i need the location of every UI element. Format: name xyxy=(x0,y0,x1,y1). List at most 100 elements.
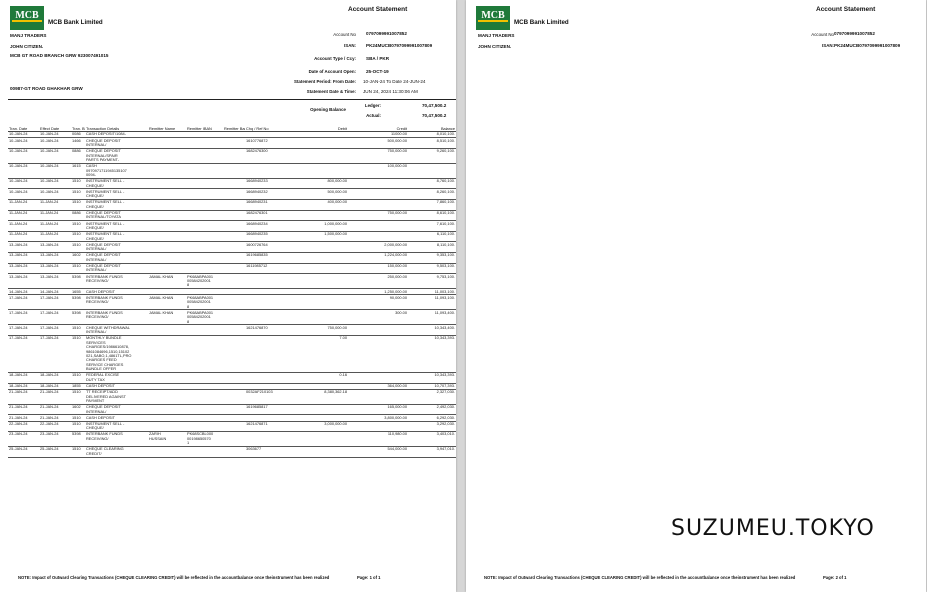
table-cell: 13-JAN-24 xyxy=(8,241,39,253)
table-cell: 10-JAN-24 xyxy=(8,148,39,164)
table-cell xyxy=(223,263,245,275)
table-cell xyxy=(223,178,245,190)
table-cell: 8,380,362.18 xyxy=(294,389,348,405)
table-cell: 10-JAN-24 xyxy=(39,148,71,164)
table-cell: INSTRUMENT SELL - CHEQUE/ xyxy=(85,421,148,433)
table-cell xyxy=(186,188,223,200)
statement-title: Account Statement xyxy=(816,6,876,13)
table-cell xyxy=(223,335,245,373)
table-cell xyxy=(148,263,186,275)
table-cell: JAMAL KHAN xyxy=(148,309,186,326)
table-cell: 1510 xyxy=(71,241,85,253)
table-cell: INSTRUMENT SELL - CHEQUE/ xyxy=(85,231,148,243)
table-cell: 0032AF210103 xyxy=(245,389,294,405)
table-cell: 25-JAN-24 xyxy=(8,446,39,458)
table-row: 22-JAN-24 22-JAN-24 1510 INSTRUMENT SELL - … xyxy=(8,421,456,433)
table-cell xyxy=(294,210,348,222)
table-cell: 0886 xyxy=(71,210,85,222)
table-cell: CHEQUE DEPOSIT INTERNAL/SPAIR PARTS PAYM… xyxy=(85,148,148,164)
table-cell xyxy=(186,148,223,164)
table-cell: JAMAL KHAN xyxy=(148,294,186,311)
table-cell: INTERBANK FUNDS RECEIVING/ xyxy=(85,431,148,448)
footer-note: NOTE: Impact of Outward Clearing Transac… xyxy=(18,575,330,580)
table-cell xyxy=(245,372,294,384)
table-cell: TT RECEIPT/ADD DELIVERED AGAINST PAYMENT xyxy=(85,389,148,405)
table-cell: 1668940235 xyxy=(245,231,294,243)
table-cell: 3,000,000.00 xyxy=(294,421,348,433)
period-label: Statement Period: From Date: xyxy=(294,79,356,84)
column-header: Tran. Bk xyxy=(71,123,85,132)
table-cell xyxy=(294,294,348,311)
statement-page-1: MCB MCB Bank Limited Account Statement M… xyxy=(0,0,456,592)
table-cell: 1619685835 xyxy=(245,252,294,264)
table-cell: 1510 xyxy=(71,324,85,336)
table-cell: 544,000.00 xyxy=(348,446,408,458)
table-row: 13-JAN-24 13-JAN-24 1602 CHEQUE DEPOSIT INT… xyxy=(8,252,456,264)
column-header: Effect Date xyxy=(39,123,71,132)
table-cell: 1668940234 xyxy=(245,220,294,232)
table-cell: 8,760,100. xyxy=(408,178,456,190)
mcb-logo: MCB xyxy=(10,6,44,30)
table-cell: 11-JAN-24 xyxy=(39,231,71,243)
bank-name: MCB Bank Limited xyxy=(514,19,569,26)
table-row: 10-JAN-24 10-JAN-24 1510 INSTRUMENT SELL - … xyxy=(8,188,456,200)
table-cell: 500,000.00 xyxy=(348,137,408,149)
table-cell xyxy=(186,220,223,232)
table-cell: 8,510,100. xyxy=(408,137,456,149)
table-cell: 10-JAN-24 xyxy=(39,163,71,179)
table-cell: 7,860,100. xyxy=(408,199,456,211)
table-cell xyxy=(223,389,245,405)
table-cell: 1668940233 xyxy=(245,178,294,190)
table-cell: 13-JAN-24 xyxy=(8,263,39,275)
table-cell: 1682476300 xyxy=(245,148,294,164)
table-cell: 150,000.00 xyxy=(348,263,408,275)
table-cell xyxy=(148,199,186,211)
table-row: 13-JAN-24 13-JAN-24 1510 CHEQUE DEPOSIT INT… xyxy=(8,241,456,253)
table-cell: 1668940231 xyxy=(245,199,294,211)
table-cell: 13-JAN-24 xyxy=(39,273,71,290)
table-cell xyxy=(223,324,245,336)
table-cell: 25-JAN-24 xyxy=(39,446,71,458)
account-no-value: 0797099991007852 xyxy=(834,31,875,36)
table-cell xyxy=(294,404,348,416)
table-cell xyxy=(348,231,408,243)
table-cell xyxy=(148,220,186,232)
table-cell: 2,000,000.00 xyxy=(348,241,408,253)
table-cell xyxy=(223,309,245,326)
table-cell: CHEQUE DEPOSIT INTERNAL/ xyxy=(85,241,148,253)
table-cell xyxy=(294,163,348,179)
statement-title: Account Statement xyxy=(348,6,408,13)
table-cell: 1668940232 xyxy=(245,188,294,200)
table-cell: 13-JAN-24 xyxy=(39,252,71,264)
table-cell: 1510 xyxy=(71,446,85,458)
table-cell: 18-JAN-24 xyxy=(8,372,39,384)
table-cell: CHEQUE DEPOSIT INTERNAL/ xyxy=(85,404,148,416)
statement-page-2: MCB MCB Bank Limited Account Statement M… xyxy=(466,0,926,592)
table-cell: 1510 xyxy=(71,188,85,200)
table-cell: 17-JAN-24 xyxy=(39,335,71,373)
table-cell: 1510 xyxy=(71,178,85,190)
table-cell xyxy=(223,231,245,243)
table-cell xyxy=(245,431,294,448)
table-cell: 9,503,100. xyxy=(408,263,456,275)
table-cell xyxy=(223,210,245,222)
table-row: 13-JAN-24 13-JAN-24 5398 INTERBANK FUNDS RE… xyxy=(8,273,456,290)
table-cell xyxy=(148,389,186,405)
table-cell: JAMAL KHAN xyxy=(148,273,186,290)
table-cell: 10-JAN-24 xyxy=(39,137,71,149)
table-cell xyxy=(148,163,186,179)
table-cell: 9,353,100. xyxy=(408,252,456,264)
table-cell: 23-JAN-24 xyxy=(39,431,71,448)
table-cell: 11-JAN-24 xyxy=(8,210,39,222)
table-cell: PK68ABPA001 00584202001 8 xyxy=(186,273,223,290)
table-cell xyxy=(186,231,223,243)
iban-value: PK24MUCB0797099991007809 xyxy=(834,43,901,48)
table-row: 23-JAN-24 23-JAN-24 5398 INTERBANK FUNDS RE… xyxy=(8,431,456,448)
table-cell: 1510 xyxy=(71,421,85,433)
table-cell: 1619685817 xyxy=(245,404,294,416)
table-cell: 1621476870 xyxy=(245,324,294,336)
table-cell: 23-JAN-24 xyxy=(8,431,39,448)
table-cell xyxy=(348,372,408,384)
table-cell: 22-JAN-24 xyxy=(8,421,39,433)
svg-text:MCB: MCB xyxy=(15,10,39,21)
